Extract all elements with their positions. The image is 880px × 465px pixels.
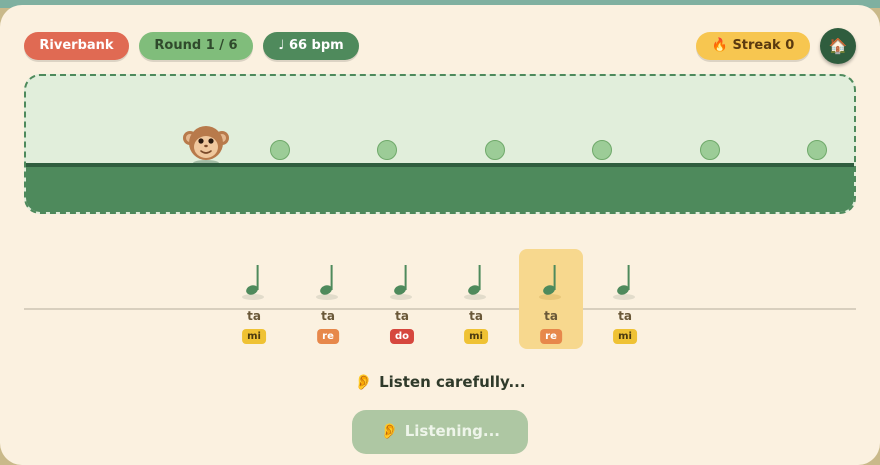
tempo-badge: ♩ 66 bpm: [263, 32, 359, 60]
rhythm-syllable: ta: [395, 309, 409, 323]
ear-icon: 👂: [380, 422, 399, 440]
riverbank-ground: [26, 164, 854, 212]
quarter-note-icon: [390, 265, 412, 300]
level-badge: Riverbank: [24, 32, 129, 60]
solfa-tag: mi: [464, 329, 488, 344]
ground-edge: [26, 163, 854, 167]
streak-badge: 🔥 Streak 0: [696, 32, 810, 60]
ear-icon: 👂: [354, 373, 374, 391]
quarter-note-icon: [242, 265, 264, 300]
quarter-note-icon: [316, 265, 338, 300]
game-stage: [24, 74, 856, 214]
beat-2: ta re: [296, 249, 360, 349]
solfa-tag: mi: [242, 329, 266, 344]
beat-6: ta mi: [593, 249, 657, 349]
listening-button-label: Listening...: [404, 422, 500, 440]
stepping-stone: [700, 140, 720, 160]
stepping-stone: [270, 140, 290, 160]
stepping-stone: [485, 140, 505, 160]
solfa-tag: mi: [613, 329, 637, 344]
rhythm-syllable: ta: [618, 309, 632, 323]
quarter-note-icon: [613, 265, 635, 300]
listening-button[interactable]: 👂 Listening...: [352, 410, 528, 454]
quarter-note-icon: [464, 265, 486, 300]
rhythm-syllable: ta: [247, 309, 261, 323]
home-button[interactable]: 🏠: [820, 28, 856, 64]
beat-1: ta mi: [222, 249, 286, 349]
stepping-stone: [377, 140, 397, 160]
stepping-stone: [807, 140, 827, 160]
rhythm-track: ta mi ta re ta do ta mi ta re ta mi: [24, 245, 856, 355]
round-counter: Round 1 / 6: [139, 32, 253, 60]
rhythm-syllable: ta: [469, 309, 483, 323]
rhythm-syllable: ta: [544, 309, 558, 323]
track-baseline: [24, 308, 856, 310]
quarter-note-icon: [539, 265, 561, 300]
solfa-tag: do: [389, 329, 415, 344]
solfa-tag: re: [317, 329, 339, 344]
rhythm-syllable: ta: [321, 309, 335, 323]
solfa-tag: re: [540, 329, 562, 344]
status-text: Listen carefully...: [379, 373, 526, 391]
beat-4: ta mi: [444, 249, 508, 349]
status-message: 👂 Listen carefully...: [0, 373, 880, 391]
monkey-character-icon: [183, 126, 229, 166]
stepping-stone: [592, 140, 612, 160]
beat-5-current: ta re: [519, 249, 583, 349]
beat-3: ta do: [370, 249, 434, 349]
home-icon: 🏠: [828, 37, 848, 55]
